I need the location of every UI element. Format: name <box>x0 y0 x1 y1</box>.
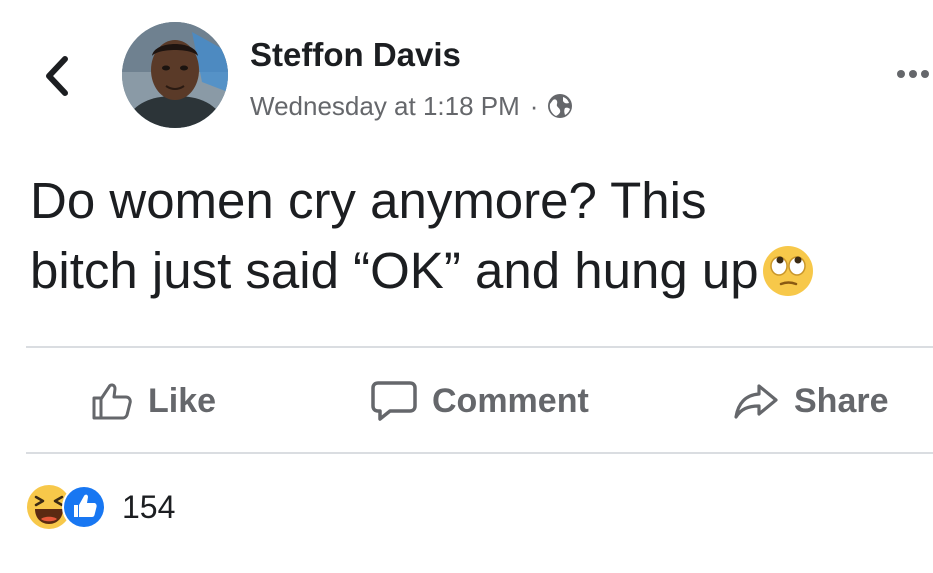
share-arrow-icon <box>734 384 778 419</box>
like-button[interactable]: Like <box>90 376 216 426</box>
share-label: Share <box>794 381 889 420</box>
post-text-line-1: Do women cry anymore? This <box>30 172 707 229</box>
meta-separator: · <box>529 90 539 121</box>
divider-top <box>26 346 933 348</box>
comment-label: Comment <box>432 381 589 420</box>
post-text-line-2: bitch just said “OK” and hung up <box>30 236 910 306</box>
globe-icon <box>546 92 574 120</box>
more-options-button[interactable] <box>893 62 933 86</box>
reaction-count: 154 <box>122 488 176 525</box>
post-actions: Like Comment Share <box>0 356 933 446</box>
author-avatar[interactable] <box>122 22 228 128</box>
post-text-line-2-text: bitch just said “OK” and hung up <box>30 242 759 299</box>
author-name[interactable]: Steffon Davis <box>250 36 461 74</box>
like-icon <box>62 485 106 529</box>
like-label: Like <box>148 381 217 420</box>
reactions-summary[interactable]: 154 <box>24 482 175 532</box>
thumbs-up-icon <box>92 383 132 420</box>
share-button[interactable]: Share <box>732 376 889 426</box>
reaction-icons-graphic <box>27 485 106 529</box>
divider-bottom <box>26 452 933 454</box>
chevron-left-icon <box>46 56 68 96</box>
comment-button[interactable]: Comment <box>370 376 589 426</box>
post-meta: Wednesday at 1:18 PM · <box>250 86 574 126</box>
post-screen: Steffon Davis Wednesday at 1:18 PM · Do … <box>0 0 933 573</box>
comment-bubble-icon <box>371 381 417 421</box>
back-button[interactable] <box>38 52 74 100</box>
avatar-image <box>122 22 228 128</box>
reaction-icons <box>24 482 110 532</box>
post-body: Do women cry anymore? This bitch just sa… <box>30 166 910 306</box>
post-timestamp[interactable]: Wednesday at 1:18 PM <box>250 91 520 122</box>
eye-roll-emoji-icon <box>761 244 815 298</box>
more-dots-icon <box>897 70 929 78</box>
